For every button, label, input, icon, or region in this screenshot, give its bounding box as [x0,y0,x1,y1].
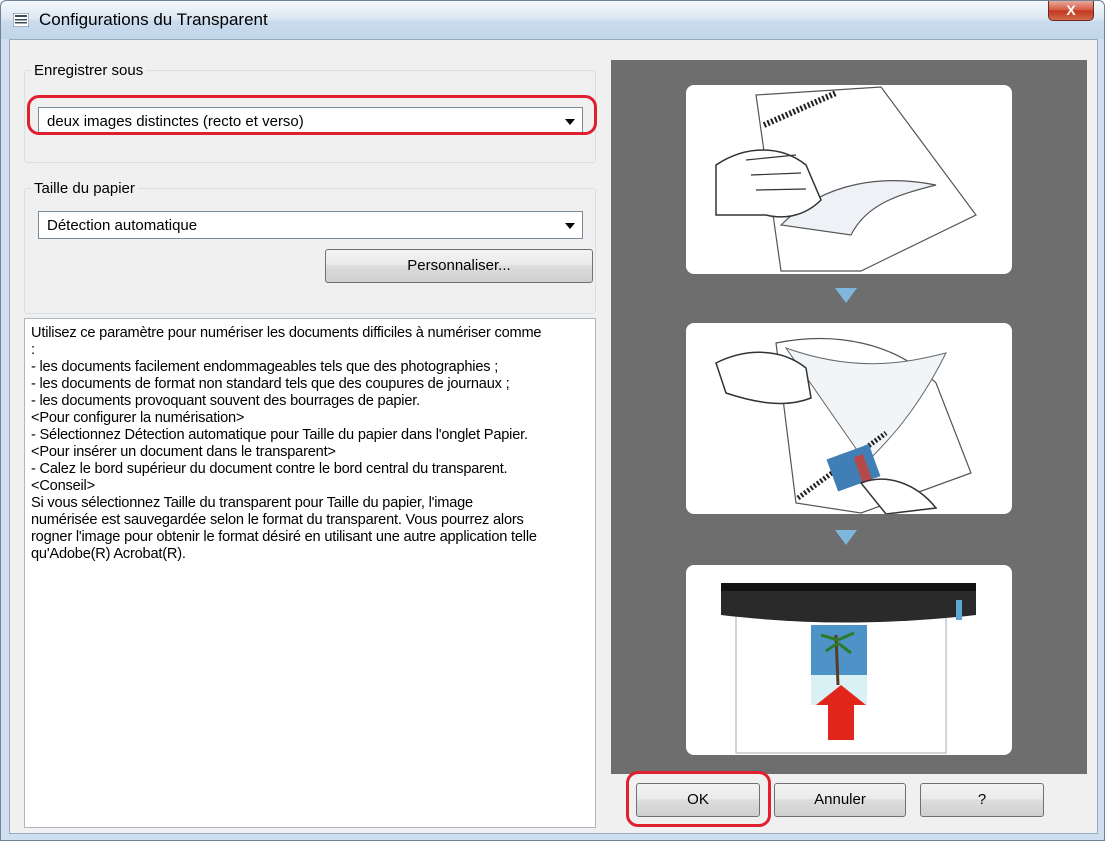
cancel-button[interactable]: Annuler [774,783,906,817]
info-line: rogner l'image pour obtenir le format dé… [31,529,537,545]
info-line: - les documents provoquant souvent des b… [31,393,420,409]
info-line: Si vous sélectionnez Taille du transpare… [31,495,473,511]
info-line: - les documents de format non standard t… [31,376,510,392]
info-line: - Sélectionnez Détection automatique pou… [31,427,528,443]
step1-illustration [686,85,1012,274]
info-line: - Calez le bord supérieur du document co… [31,461,508,477]
info-line: <Pour insérer un document dans le transp… [31,444,336,460]
step-arrow-icon [835,288,857,303]
dialog-body: Enregistrer sous deux images distinctes … [9,39,1098,834]
dropdown-arrow-icon [565,223,575,229]
step2-illustration [686,323,1012,514]
insert-photo-image [715,338,972,514]
info-line: - les documents facilement endommageable… [31,359,499,375]
paper-size-dropdown[interactable]: Détection automatique [38,211,583,239]
step3-illustration [686,565,1012,755]
save-as-highlight [27,95,597,135]
dialog-window: Configurations du Transparent X Enregist… [0,0,1105,841]
info-line: : [31,342,35,358]
scanner-feed-image [721,583,976,754]
title-bar[interactable]: Configurations du Transparent X [1,1,1104,39]
paper-size-group: Taille du papier Détection automatique P… [24,180,596,314]
info-line: <Conseil> [31,478,95,494]
info-line: <Pour configurer la numérisation> [31,410,245,426]
app-menu-icon[interactable] [13,13,29,27]
info-line: Utilisez ce paramètre pour numériser les… [31,325,542,341]
paper-size-value: Détection automatique [47,217,198,234]
save-as-label: Enregistrer sous [31,62,147,79]
info-line: qu'Adobe(R) Acrobat(R). [31,546,186,562]
info-line: numérisée est sauvegardée selon le forma… [31,512,524,528]
paper-size-label: Taille du papier [31,180,138,197]
window-title: Configurations du Transparent [39,10,268,29]
illustration-panel [611,60,1087,774]
info-text-box: Utilisez ce paramètre pour numériser les… [24,318,596,828]
close-icon: X [1066,2,1076,18]
ok-highlight [626,771,771,827]
close-button[interactable]: X [1048,1,1094,21]
customize-button[interactable]: Personnaliser... [325,249,593,283]
step-arrow-icon [835,530,857,545]
help-button[interactable]: ? [920,783,1044,817]
open-carrier-sheet-image [715,86,977,272]
